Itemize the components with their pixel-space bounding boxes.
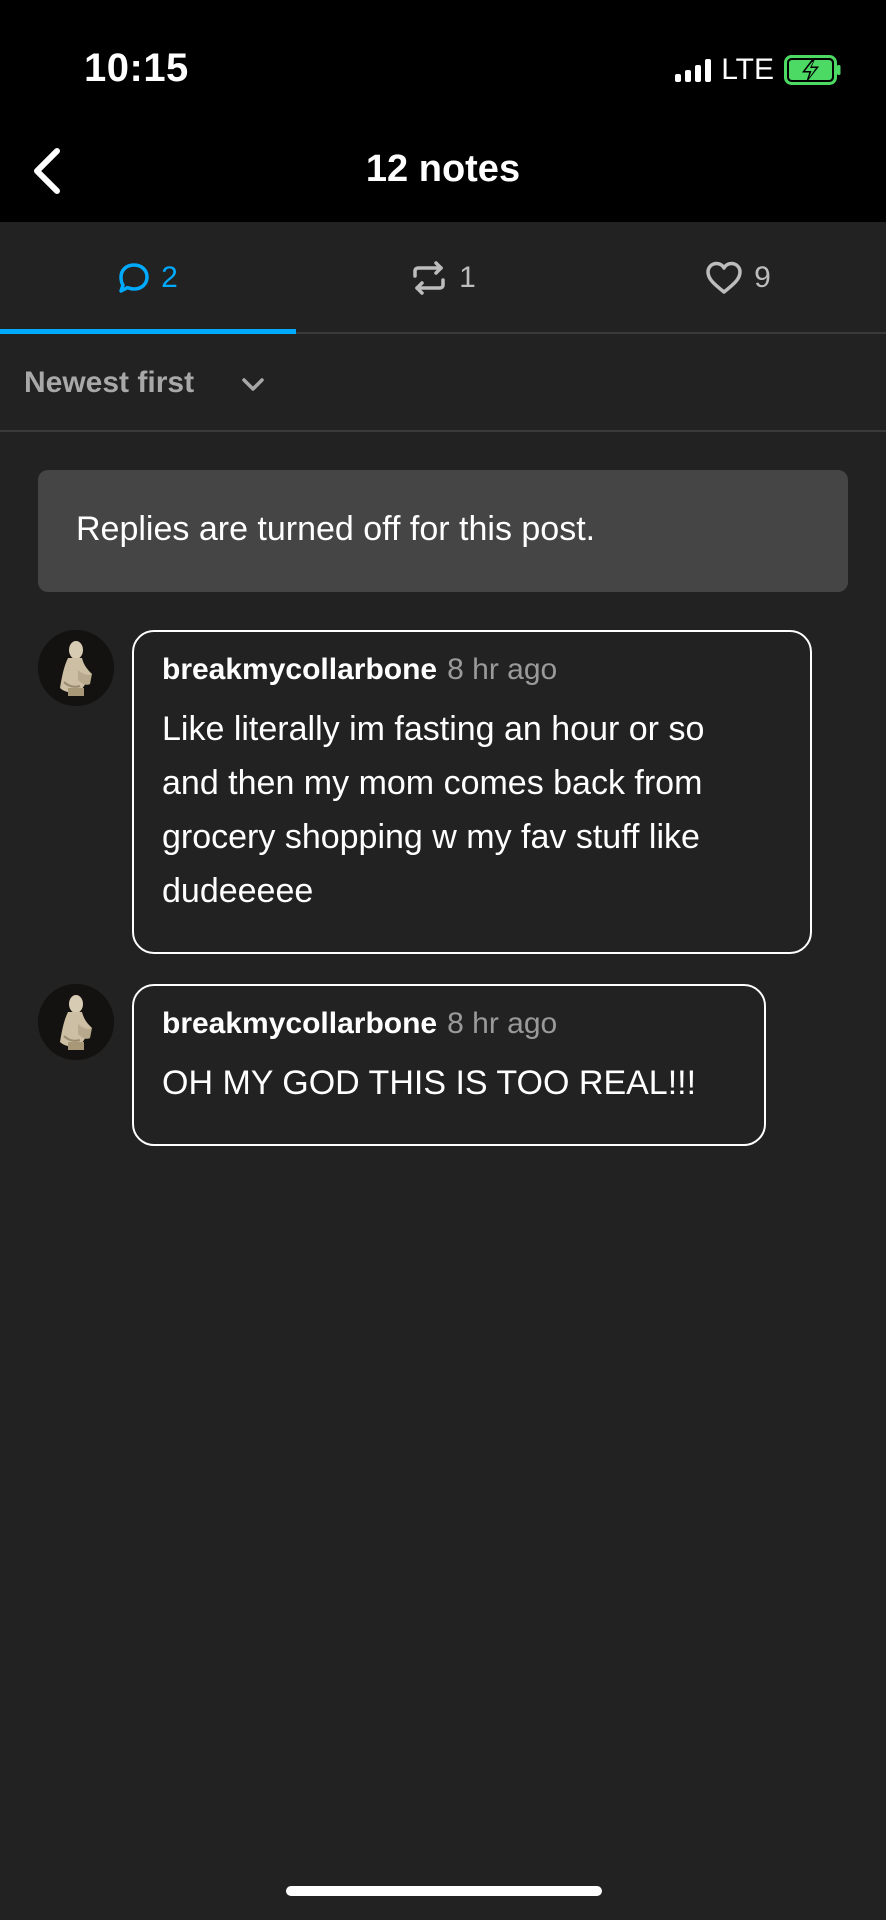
likes-count: 9 [754,261,771,294]
avatar[interactable] [38,630,114,706]
replies-disabled-notice: Replies are turned off for this post. [38,470,848,592]
reply-meta: breakmycollarbone 8 hr ago [162,1004,736,1044]
heart-icon [706,261,742,294]
reply-meta: breakmycollarbone 8 hr ago [162,650,782,690]
home-indicator[interactable] [286,1886,602,1896]
reply-text: Like literally im fasting an hour or so … [162,702,782,918]
status-indicators: LTE [675,52,842,88]
reply-timestamp: 8 hr ago [447,1007,558,1040]
nav-bar: 12 notes [0,118,886,222]
signal-icon [675,58,712,82]
reblogs-count: 1 [459,261,476,294]
reply-text-line: and then my mom comes back from [162,764,703,802]
status-bar: 10:15 LTE [0,0,886,118]
tab-likes[interactable]: 9 [590,222,885,334]
tab-replies[interactable]: 2 [0,222,295,334]
notice-text: Replies are turned off for this post. [76,510,596,548]
statue-avatar-icon [38,984,114,1060]
reply-bubble: breakmycollarbone 8 hr ago OH MY GOD THIS… [132,984,766,1146]
battery-charging-icon [784,55,841,85]
page-title: 12 notes [365,148,521,190]
reply-text-line: grocery shopping w my fav stuff like [162,818,700,856]
reply-bubble-icon [119,263,149,293]
reply-timestamp: 8 hr ago [447,653,558,686]
reply-username[interactable]: breakmycollarbone [162,1007,437,1040]
network-label: LTE [721,53,774,86]
status-time: 10:15 [84,46,189,90]
reblog-icon [413,261,445,295]
reply-bubble: breakmycollarbone 8 hr ago Like literally… [132,630,812,954]
notes-tabs: 2 1 9 [0,222,886,334]
chevron-down-icon [242,378,264,391]
avatar[interactable] [38,984,114,1060]
reply-text-line: Like literally im fasting an hour or so [162,710,705,748]
reply-text-line: OH MY GOD THIS IS TOO REAL!!! [162,1064,697,1102]
statue-avatar-icon [38,630,114,706]
reply-text: OH MY GOD THIS IS TOO REAL!!! [162,1056,736,1110]
sort-dropdown[interactable]: Newest first [0,334,886,432]
reply-text-line: dudeeeee [162,872,314,910]
tab-reblogs[interactable]: 1 [295,222,590,334]
notes-screen: 10:15 LTE 12 notes 2 1 9 Newest first Re… [0,0,886,1920]
sort-label: Newest first [24,366,195,399]
replies-count: 2 [161,261,178,294]
reply-username[interactable]: breakmycollarbone [162,653,437,686]
